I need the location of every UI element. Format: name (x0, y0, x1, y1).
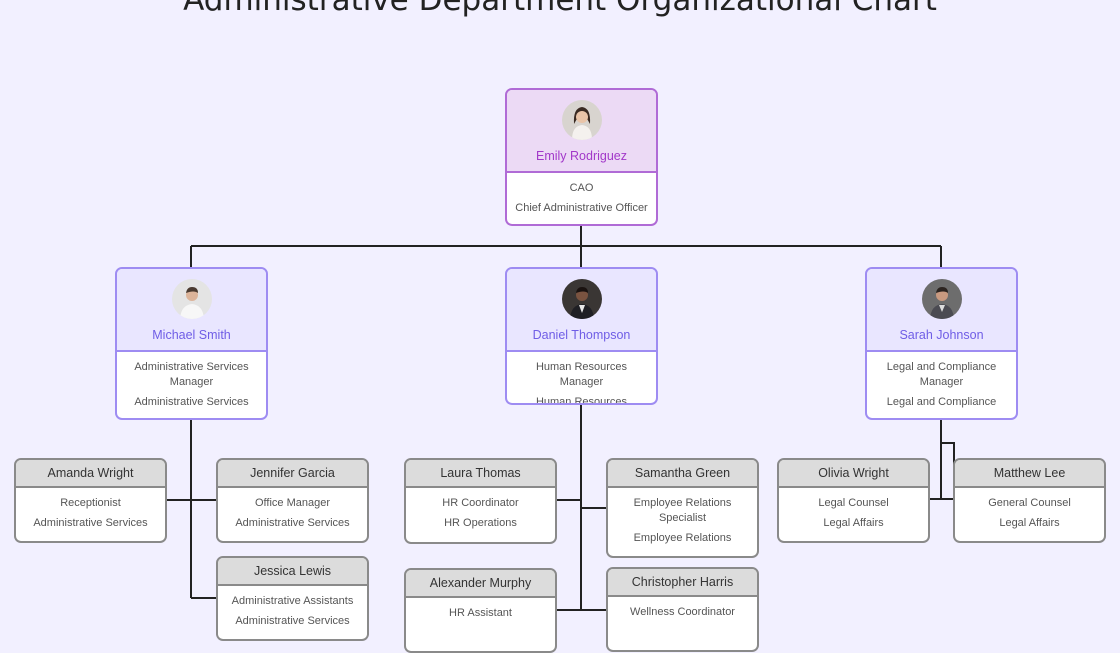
card-body: Office Manager Administrative Services (218, 488, 367, 537)
person-name: Michael Smith (152, 328, 231, 342)
person-department: Legal and Compliance (886, 396, 997, 408)
person-name: Sarah Johnson (899, 328, 984, 342)
avatar-photo-icon (561, 100, 602, 140)
card-body: Legal Counsel Legal Affairs (779, 488, 928, 537)
person-name: Amanda Wright (47, 466, 134, 480)
card-header: Christopher Harris (608, 569, 757, 597)
person-department: Administrative Services (235, 615, 350, 627)
person-role: CAO (569, 182, 594, 194)
person-department: Employee Relations (633, 532, 732, 544)
avatar-photo-icon (921, 279, 962, 319)
person-name: Olivia Wright (818, 466, 889, 480)
person-department: Administrative Services (134, 396, 249, 408)
person-role: Employee Relations Specialist (633, 497, 732, 524)
person-department: Administrative Services (235, 517, 350, 529)
person-role: Wellness Coordinator (630, 606, 735, 618)
person-name: Alexander Murphy (429, 576, 532, 590)
org-card-amanda-wright[interactable]: Amanda Wright Receptionist Administrativ… (14, 458, 167, 543)
person-department: Legal Affairs (999, 517, 1060, 529)
avatar-photo-icon (561, 279, 602, 319)
person-role: Administrative Assistants (231, 595, 354, 607)
org-card-samantha-green[interactable]: Samantha Green Employee Relations Specia… (606, 458, 759, 558)
org-card-matthew-lee[interactable]: Matthew Lee General Counsel Legal Affair… (953, 458, 1106, 543)
org-card-alexander-murphy[interactable]: Alexander Murphy HR Assistant (404, 568, 557, 653)
org-card-michael-smith[interactable]: Michael Smith Administrative Services Ma… (115, 267, 268, 420)
person-department: HR Operations (444, 517, 517, 529)
person-name: Jennifer Garcia (250, 466, 335, 480)
org-card-emily-rodriguez[interactable]: Emily Rodriguez CAO Chief Administrative… (505, 88, 658, 226)
person-role: Office Manager (254, 497, 330, 509)
person-role: Human Resources Manager (535, 361, 628, 388)
card-header: Michael Smith (117, 269, 266, 352)
card-header: Sarah Johnson (867, 269, 1016, 352)
person-name: Jessica Lewis (253, 564, 332, 578)
org-card-sarah-johnson[interactable]: Sarah Johnson Legal and Compliance Manag… (865, 267, 1018, 420)
person-name: Emily Rodriguez (535, 149, 627, 163)
card-body: Receptionist Administrative Services (16, 488, 165, 537)
card-header: Laura Thomas (406, 460, 555, 488)
person-role: HR Coordinator (442, 497, 519, 509)
card-header: Matthew Lee (955, 460, 1104, 488)
person-department: Human Resources (535, 396, 628, 405)
card-header: Amanda Wright (16, 460, 165, 488)
org-card-laura-thomas[interactable]: Laura Thomas HR Coordinator HR Operation… (404, 458, 557, 544)
card-header: Alexander Murphy (406, 570, 555, 598)
card-header: Jessica Lewis (218, 558, 367, 586)
card-header: Daniel Thompson (507, 269, 656, 352)
card-body: Human Resources Manager Human Resources (507, 352, 656, 405)
card-header: Emily Rodriguez (507, 90, 656, 173)
avatar-photo-icon (171, 279, 212, 319)
org-card-daniel-thompson[interactable]: Daniel Thompson Human Resources Manager … (505, 267, 658, 405)
card-body: HR Coordinator HR Operations (406, 488, 555, 537)
person-name: Matthew Lee (993, 466, 1066, 480)
org-card-jessica-lewis[interactable]: Jessica Lewis Administrative Assistants … (216, 556, 369, 641)
card-body: Administrative Assistants Administrative… (218, 586, 367, 635)
org-card-jennifer-garcia[interactable]: Jennifer Garcia Office Manager Administr… (216, 458, 369, 543)
person-name: Christopher Harris (631, 575, 734, 589)
org-card-olivia-wright[interactable]: Olivia Wright Legal Counsel Legal Affair… (777, 458, 930, 543)
card-body: Administrative Services Manager Administ… (117, 352, 266, 416)
person-name: Daniel Thompson (532, 328, 631, 342)
person-role: Legal and Compliance Manager (886, 361, 997, 388)
person-role: Receptionist (60, 497, 121, 509)
card-body: Employee Relations Specialist Employee R… (608, 488, 757, 552)
card-body: Wellness Coordinator (608, 597, 757, 631)
card-body: HR Assistant (406, 598, 555, 632)
person-name: Laura Thomas (440, 466, 521, 480)
person-name: Samantha Green (634, 466, 731, 480)
org-card-christopher-harris[interactable]: Christopher Harris Wellness Coordinator (606, 567, 759, 652)
card-header: Jennifer Garcia (218, 460, 367, 488)
person-role: Administrative Services Manager (134, 361, 249, 388)
card-body: CAO Chief Administrative Officer (507, 173, 656, 222)
person-role: General Counsel (988, 497, 1071, 509)
card-body: Legal and Compliance Manager Legal and C… (867, 352, 1016, 416)
person-department: Administrative Services (33, 517, 148, 529)
person-department: Chief Administrative Officer (515, 202, 648, 214)
person-role: Legal Counsel (818, 497, 889, 509)
card-body: General Counsel Legal Affairs (955, 488, 1104, 537)
person-department: Legal Affairs (823, 517, 884, 529)
person-role: HR Assistant (449, 607, 512, 619)
card-header: Samantha Green (608, 460, 757, 488)
card-header: Olivia Wright (779, 460, 928, 488)
